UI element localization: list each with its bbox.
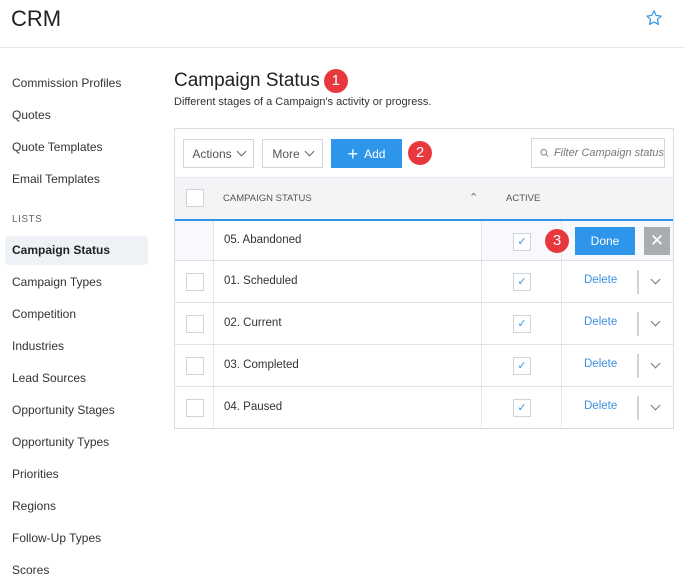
row-checkbox[interactable] — [186, 399, 204, 417]
done-button[interactable]: Done — [575, 227, 635, 255]
page-title: Campaign Status 1 — [174, 69, 348, 93]
sidebar-item-priorities[interactable]: Priorities — [5, 460, 148, 489]
sidebar-item-campaign-status[interactable]: Campaign Status — [5, 236, 148, 265]
active-checkbox[interactable]: ✓ — [513, 357, 531, 375]
cancel-edit-button[interactable]: ✕ — [644, 227, 670, 255]
app-title: CRM — [11, 6, 62, 31]
column-header-active[interactable]: ACTIVE — [506, 193, 540, 204]
sidebar-item-opportunity-stages[interactable]: Opportunity Stages — [5, 396, 148, 425]
app-header: CRM — [0, 0, 685, 48]
status-name-input[interactable]: 05. Abandoned — [214, 221, 481, 260]
sidebar-item-opportunity-types[interactable]: Opportunity Types — [5, 428, 148, 457]
sidebar-item-follow-up-types[interactable]: Follow-Up Types — [5, 524, 148, 553]
actions-dropdown[interactable]: Actions — [183, 139, 254, 168]
actions-label: Actions — [192, 146, 232, 161]
sort-ascending-icon[interactable]: ⌃ — [469, 191, 478, 204]
sidebar-item-scores[interactable]: Scores — [5, 556, 148, 585]
delete-link[interactable]: Delete — [584, 274, 617, 286]
status-name: 04. Paused — [224, 401, 283, 413]
active-checkbox[interactable]: ✓ — [513, 315, 531, 333]
chevron-down-icon[interactable] — [650, 274, 661, 285]
step-badge-2: 2 — [408, 141, 432, 165]
campaign-status-table: Actions More + Add 2 Filter Campaign stat… — [174, 128, 674, 429]
row-checkbox[interactable] — [186, 273, 204, 291]
sidebar-item-quote-templates[interactable]: Quote Templates — [5, 133, 148, 162]
filter-search-input[interactable]: Filter Campaign status — [531, 138, 665, 168]
sidebar-item-regions[interactable]: Regions — [5, 492, 148, 521]
step-badge-3: 3 — [545, 229, 569, 253]
chevron-down-icon[interactable] — [650, 358, 661, 369]
chevron-down-icon — [236, 146, 247, 157]
table-row: 04. Paused ✓ Delete — [175, 386, 673, 428]
active-checkbox[interactable]: ✓ — [513, 273, 531, 291]
step-badge-1: 1 — [323, 69, 348, 93]
more-dropdown[interactable]: More — [262, 139, 323, 168]
select-all-checkbox[interactable] — [186, 189, 204, 207]
sidebar-item-competition[interactable]: Competition — [5, 300, 148, 329]
search-placeholder: Filter Campaign status — [553, 147, 664, 159]
star-outline-icon[interactable] — [645, 9, 663, 27]
column-header-campaign-status[interactable]: CAMPAIGN STATUS — [223, 193, 312, 204]
status-name: 03. Completed — [224, 359, 299, 371]
table-row: 01. Scheduled ✓ Delete — [175, 260, 673, 302]
table-row: 02. Current ✓ Delete — [175, 302, 673, 344]
more-label: More — [272, 146, 300, 161]
page-title-text: Campaign Status — [174, 70, 320, 91]
row-checkbox[interactable] — [186, 357, 204, 375]
sidebar-item-email-templates[interactable]: Email Templates — [5, 165, 148, 194]
sidebar-item-industries[interactable]: Industries — [5, 332, 148, 361]
active-checkbox[interactable]: ✓ — [513, 233, 531, 251]
chevron-down-icon — [304, 146, 315, 157]
sidebar-section-label: LISTS — [12, 214, 43, 225]
chevron-down-icon[interactable] — [650, 316, 661, 327]
table-row-editing: 05. Abandoned ✓ 3 Done ✕ — [175, 219, 673, 261]
page-subtitle: Different stages of a Campaign's activit… — [174, 96, 432, 108]
sidebar-item-quotes[interactable]: Quotes — [5, 101, 148, 130]
delete-link[interactable]: Delete — [584, 400, 617, 412]
status-name: 02. Current — [224, 317, 282, 329]
sidebar-item-commission-profiles[interactable]: Commission Profiles — [5, 69, 148, 98]
table-header: CAMPAIGN STATUS ⌃ ACTIVE — [175, 177, 673, 219]
row-checkbox[interactable] — [186, 315, 204, 333]
active-checkbox[interactable]: ✓ — [513, 399, 531, 417]
plus-icon: + — [347, 143, 359, 164]
table-row: 03. Completed ✓ Delete — [175, 344, 673, 386]
search-icon — [540, 148, 549, 158]
delete-link[interactable]: Delete — [584, 358, 617, 370]
delete-link[interactable]: Delete — [584, 316, 617, 328]
sidebar-item-campaign-types[interactable]: Campaign Types — [5, 268, 148, 297]
chevron-down-icon[interactable] — [650, 400, 661, 411]
add-button[interactable]: + Add — [331, 139, 402, 168]
add-label: Add — [364, 146, 386, 161]
close-icon: ✕ — [649, 231, 665, 250]
sidebar-item-lead-sources[interactable]: Lead Sources — [5, 364, 148, 393]
status-name: 01. Scheduled — [224, 275, 298, 287]
status-name-value: 05. Abandoned — [224, 234, 302, 246]
